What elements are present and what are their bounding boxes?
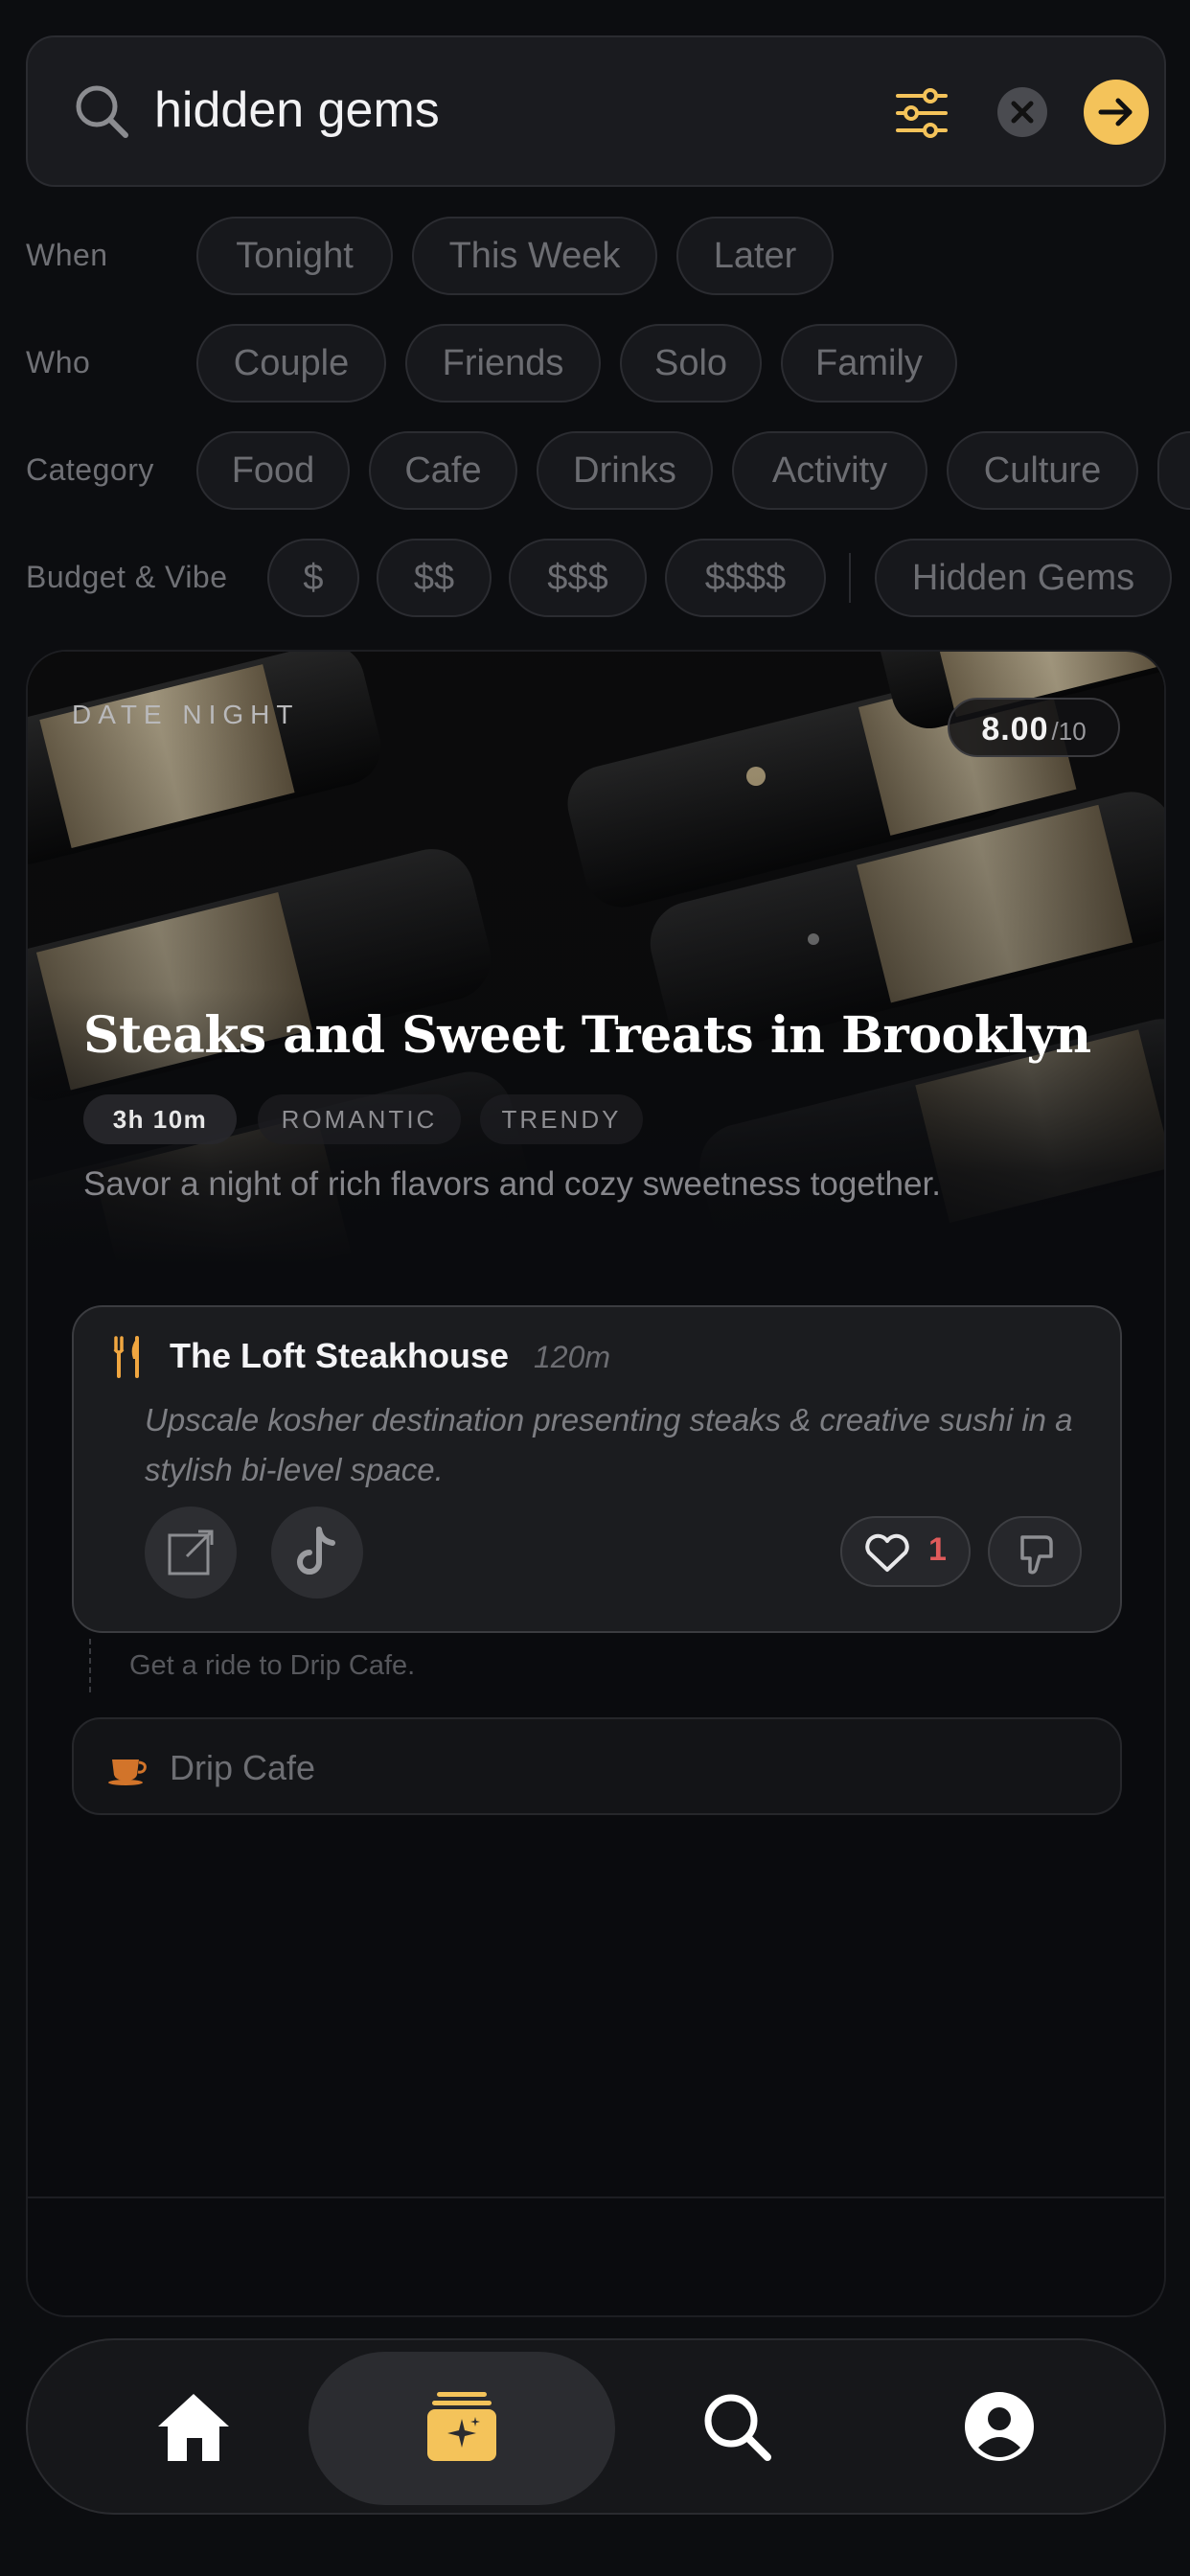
transit-connector: Get a ride to Drip Cafe. [89, 1639, 664, 1696]
chip-solo[interactable]: Solo [620, 324, 762, 402]
chip-budget-2[interactable]: $$ [377, 539, 492, 617]
plan-card[interactable]: DATE NIGHT 8.00 /10 Steaks and Sweet Tre… [26, 650, 1166, 2317]
arrow-right-icon [1098, 98, 1133, 126]
card-divider [28, 2196, 1164, 2198]
score-denominator: /10 [1051, 717, 1087, 746]
sliders-icon[interactable] [888, 80, 955, 147]
filter-label-budget: Budget & Vibe [26, 560, 228, 594]
search-icon [704, 2394, 771, 2461]
score-value: 8.00 [981, 711, 1049, 748]
stop-name: Drip Cafe [170, 1748, 316, 1787]
search-icon [76, 85, 128, 138]
bottom-nav [26, 2338, 1166, 2515]
nav-plans[interactable] [423, 2388, 500, 2470]
submit-search-button[interactable] [1084, 80, 1149, 145]
filter-label-who: Who [26, 345, 91, 380]
external-link-icon [168, 1530, 214, 1576]
search-input[interactable]: hidden gems [154, 76, 440, 145]
chip-friends[interactable]: Friends [405, 324, 601, 402]
stop-duration: 120m [534, 1340, 611, 1374]
tiktok-icon [297, 1527, 335, 1575]
dislike-button[interactable] [988, 1516, 1082, 1587]
chip-drinks[interactable]: Drinks [537, 431, 713, 510]
plan-title: Steaks and Sweet Treats in Brooklyn [83, 1006, 1091, 1065]
stop-card[interactable]: Drip Cafe [72, 1717, 1122, 1815]
stop-description: Upscale kosher destination presenting st… [145, 1402, 1073, 1487]
profile-icon [965, 2392, 1034, 2461]
coffee-cup-icon [108, 1760, 147, 1785]
plans-icon [427, 2392, 496, 2461]
fork-knife-icon [113, 1336, 139, 1378]
chip-cafe[interactable]: Cafe [369, 431, 517, 510]
chip-family[interactable]: Family [781, 324, 957, 402]
chip-budget-4[interactable]: $$$$ [665, 539, 826, 617]
chip-couple[interactable]: Couple [196, 324, 386, 402]
plan-eyebrow: DATE NIGHT [72, 700, 300, 729]
search-bar[interactable]: hidden gems [26, 35, 1166, 187]
clear-icon [1011, 101, 1034, 124]
thumbs-down-icon [1020, 1535, 1053, 1575]
tag-trendy: TRENDY [480, 1094, 643, 1144]
nav-search[interactable] [698, 2388, 775, 2470]
duration-tag: 3h 10m [83, 1094, 237, 1144]
chip-culture[interactable]: Culture [947, 431, 1138, 510]
chip-budget-1[interactable]: $ [267, 539, 359, 617]
stop-name: The Loft Steakhouse [170, 1336, 510, 1375]
nav-profile[interactable] [963, 2390, 1036, 2468]
home-icon [158, 2394, 229, 2461]
nav-home[interactable] [152, 2388, 235, 2470]
like-count: 1 [928, 1531, 947, 1568]
like-button[interactable]: 1 [840, 1516, 971, 1587]
chip-more[interactable] [1157, 431, 1190, 510]
chip-budget-3[interactable]: $$$ [509, 539, 647, 617]
tag-romantic: ROMANTIC [258, 1094, 461, 1144]
score-badge: 8.00 /10 [948, 698, 1120, 757]
plan-subtitle: Savor a night of rich flavors and cozy s… [83, 1165, 941, 1203]
tiktok-button[interactable] [271, 1506, 363, 1598]
transit-text: Get a ride to Drip Cafe. [129, 1650, 416, 1681]
chip-this-week[interactable]: This Week [412, 217, 657, 295]
chip-hidden-gems[interactable]: Hidden Gems [875, 539, 1172, 617]
chip-activity[interactable]: Activity [732, 431, 927, 510]
filter-label-category: Category [26, 452, 154, 487]
open-link-button[interactable] [145, 1506, 237, 1598]
stop-card[interactable]: The Loft Steakhouse 120m Upscale kosher … [72, 1305, 1122, 1633]
filter-divider [849, 553, 851, 603]
chip-later[interactable]: Later [676, 217, 834, 295]
heart-icon [865, 1533, 909, 1572]
filter-label-when: When [26, 238, 108, 272]
chip-tonight[interactable]: Tonight [196, 217, 393, 295]
clear-button[interactable] [997, 87, 1047, 137]
chip-food[interactable]: Food [196, 431, 350, 510]
